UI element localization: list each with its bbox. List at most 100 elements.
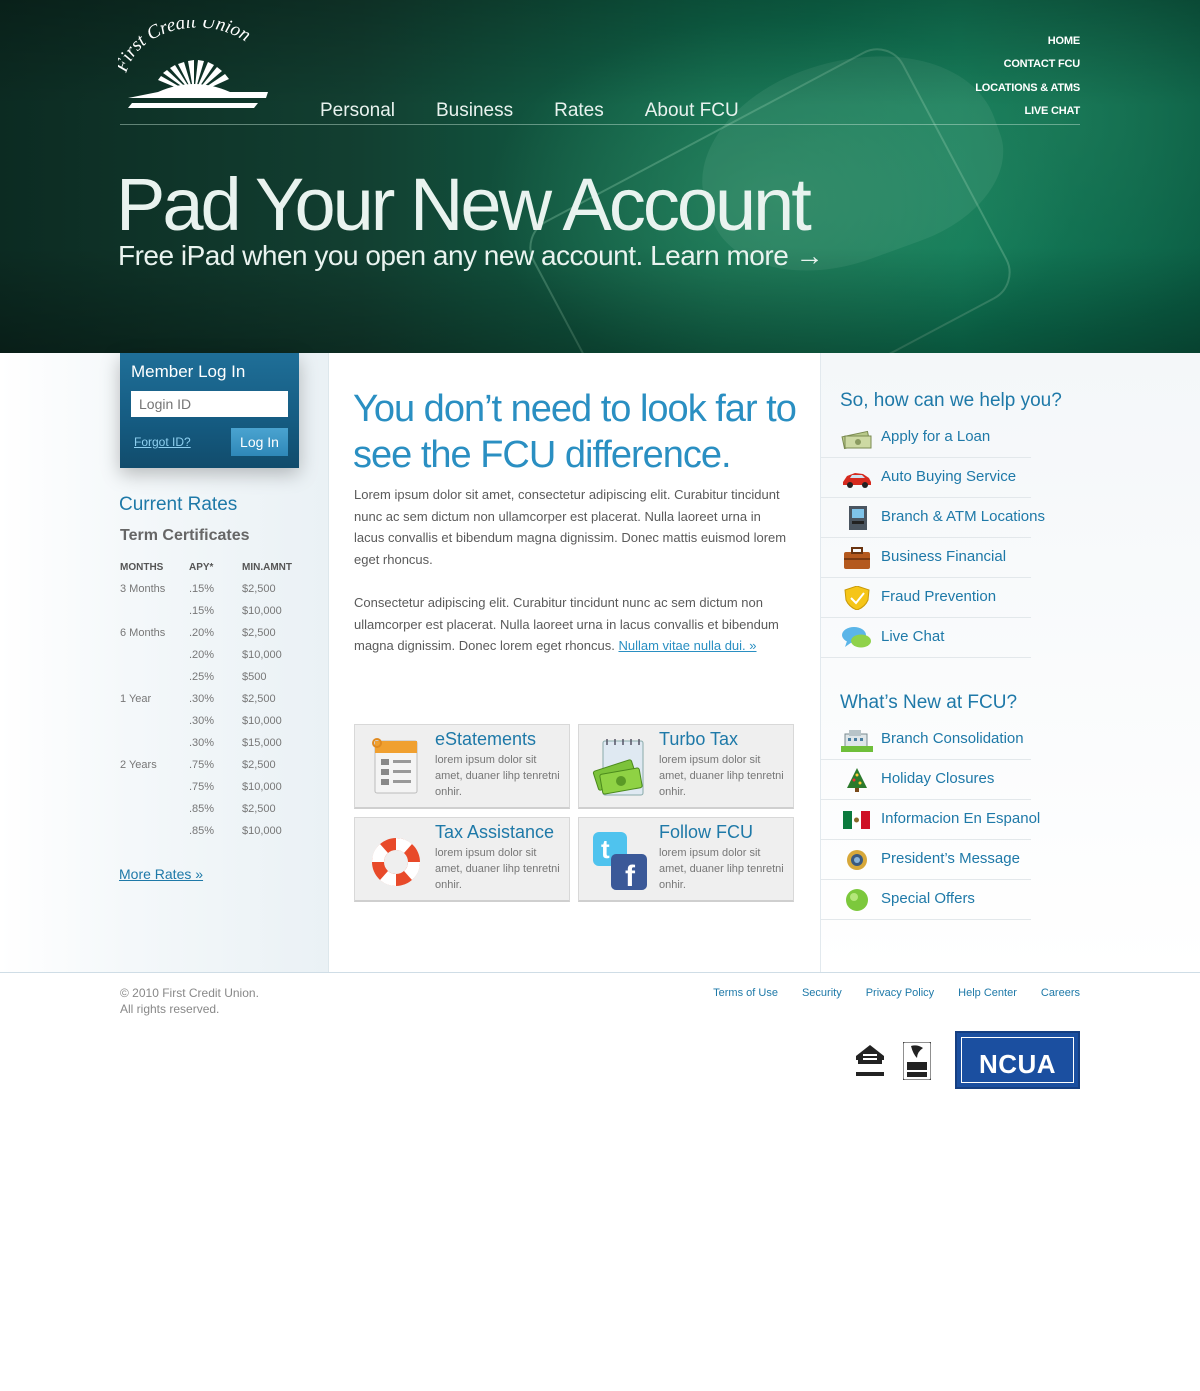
news-item-presidents-message[interactable]: President’s Message [821, 840, 1031, 880]
help-title: So, how can we help you? [840, 390, 1062, 411]
table-row: 6 Months .20% $2,500 [120, 622, 320, 644]
cell-min: $2,500 [242, 803, 276, 815]
topnav-live-chat[interactable]: LIVE CHAT [975, 100, 1081, 123]
briefcase-icon [841, 546, 873, 570]
cell-apy: .85% [189, 803, 215, 815]
table-row: .25% $500 [120, 666, 320, 688]
news-item-branch-consolidation[interactable]: Branch Consolidation [821, 720, 1031, 760]
news-item-label: Informacion En Espanol [881, 810, 1041, 827]
footer-link-terms[interactable]: Terms of Use [713, 987, 778, 999]
feature-title: Tax Assistance [435, 822, 555, 842]
equal-housing-lender-icon [852, 1042, 888, 1078]
help-item-apply-loan[interactable]: Apply for a Loan [821, 418, 1031, 458]
twitter-facebook-icon: t f [591, 828, 649, 893]
footer-link-security[interactable]: Security [802, 987, 842, 999]
feature-follow-fcu[interactable]: t f Follow FCU lorem ipsum dolor sit ame… [578, 817, 794, 902]
feature-tax-assistance[interactable]: Tax Assistance lorem ipsum dolor sit ame… [354, 817, 570, 902]
green-dot-icon [841, 888, 873, 912]
table-row: .30% $15,000 [120, 732, 320, 754]
main-nav: Personal Business Rates About FCU [320, 100, 780, 122]
ncua-badge: NCUA [955, 1031, 1080, 1089]
svg-text:First Credit Union: First Credit Union [118, 20, 254, 76]
mexico-flag-icon [841, 808, 873, 832]
brand-logo[interactable]: First Credit Union [111, 11, 273, 115]
svg-text:t: t [601, 834, 610, 864]
col-months: MONTHS [120, 561, 164, 573]
feature-estatements[interactable]: eStatements lorem ipsum dolor sit amet, … [354, 724, 570, 809]
cell-min: $500 [242, 671, 267, 683]
feature-text: lorem ipsum dolor sit amet, duaner lihp … [435, 847, 560, 891]
svg-text:f: f [625, 860, 636, 892]
cell-apy: .20% [189, 627, 215, 639]
table-row: .20% $10,000 [120, 644, 320, 666]
help-item-live-chat[interactable]: Live Chat [821, 618, 1031, 658]
cell-term: 1 Year [120, 693, 152, 705]
cell-apy: .30% [189, 737, 215, 749]
feature-turbo-tax[interactable]: Turbo Tax lorem ipsum dolor sit amet, du… [578, 724, 794, 809]
cell-min: $15,000 [242, 737, 282, 749]
cell-term: 3 Months [120, 583, 166, 595]
topnav-home[interactable]: HOME [975, 30, 1080, 53]
tree-icon [841, 768, 873, 792]
more-rates-link[interactable]: More Rates » [119, 866, 203, 882]
cell-apy: .30% [189, 693, 215, 705]
nav-business[interactable]: Business [436, 100, 513, 122]
table-row: 1 Year .30% $2,500 [120, 688, 320, 710]
table-row: .30% $10,000 [120, 710, 320, 732]
news-item-holiday-closures[interactable]: Holiday Closures [821, 760, 1031, 800]
money-notepad-icon [591, 735, 649, 799]
cell-apy: .25% [189, 671, 215, 683]
feature-text: lorem ipsum dolor sit amet, duaner lihp … [435, 754, 560, 798]
left-sidebar-edge [328, 353, 329, 973]
forgot-id-link[interactable]: Forgot ID? [134, 435, 191, 449]
login-id-input[interactable] [131, 391, 288, 417]
cell-min: $10,000 [242, 781, 282, 793]
cell-min: $10,000 [242, 649, 282, 661]
rates-table-header: MONTHS APY* MIN.AMNT [120, 556, 320, 578]
table-row: 3 Months .15% $2,500 [120, 578, 320, 600]
help-item-fraud-prevention[interactable]: Fraud Prevention [821, 578, 1031, 618]
cell-apy: .15% [189, 583, 215, 595]
intro-paragraph: Lorem ipsum dolor sit amet, consectetur … [354, 487, 787, 567]
lifebuoy-icon [367, 828, 425, 892]
document-icon [367, 735, 425, 799]
hero-subtitle-link[interactable]: Free iPad when you open any new account.… [118, 240, 824, 272]
center-headline: You don’t need to look far to see the FC… [353, 388, 797, 476]
footer-divider [0, 972, 1200, 973]
news-item-special-offers[interactable]: Special Offers [821, 880, 1031, 920]
footer-link-careers[interactable]: Careers [1041, 987, 1080, 999]
feature-title: eStatements [435, 729, 537, 749]
cell-term: 6 Months [120, 627, 166, 639]
cell-term: 2 Years [120, 759, 157, 771]
help-item-auto-buying[interactable]: Auto Buying Service [821, 458, 1031, 498]
nav-rates[interactable]: Rates [554, 100, 604, 122]
cell-min: $10,000 [242, 715, 282, 727]
cell-min: $2,500 [242, 693, 276, 705]
news-item-label: President’s Message [881, 850, 1020, 867]
help-item-business-financial[interactable]: Business Financial [821, 538, 1031, 578]
login-button[interactable]: Log In [231, 428, 288, 456]
cell-min: $2,500 [242, 627, 276, 639]
rates-table: MONTHS APY* MIN.AMNT 3 Months .15% $2,500 … [120, 556, 320, 842]
chat-bubble-icon [841, 626, 873, 650]
topnav-contact[interactable]: CONTACT FCU [975, 53, 1081, 76]
whats-new-list: Branch Consolidation Holiday Closures In… [821, 720, 1040, 920]
help-item-branch-atm[interactable]: Branch & ATM Locations [821, 498, 1045, 538]
topnav-locations[interactable]: LOCATIONS & ATMS [975, 77, 1080, 100]
feature-text: lorem ipsum dolor sit amet, duaner lihp … [659, 847, 784, 891]
nav-about-fcu[interactable]: About FCU [645, 100, 739, 122]
current-rates-title: Current Rates [119, 494, 238, 515]
news-item-espanol[interactable]: Informacion En Espanol [821, 800, 1040, 840]
cell-apy: .20% [189, 649, 215, 661]
nav-personal[interactable]: Personal [320, 100, 395, 122]
footer-link-help[interactable]: Help Center [958, 987, 1017, 999]
nullam-vitae-link[interactable]: Nullam vitae nulla dui. » [618, 638, 756, 653]
member-login-box: Member Log In Forgot ID? Log In [120, 353, 299, 468]
utility-nav: HOME CONTACT FCU LOCATIONS & ATMS LIVE C… [975, 30, 1080, 123]
footer-links: Terms of Use Security Privacy Policy Hel… [689, 987, 1080, 999]
hero-title: Pad Your New Account [116, 163, 812, 246]
table-row: .75% $10,000 [120, 776, 320, 798]
footer-link-privacy[interactable]: Privacy Policy [866, 987, 934, 999]
copyright: © 2010 First Credit Union. All rights re… [120, 985, 259, 1017]
help-item-label: Auto Buying Service [881, 468, 1017, 485]
